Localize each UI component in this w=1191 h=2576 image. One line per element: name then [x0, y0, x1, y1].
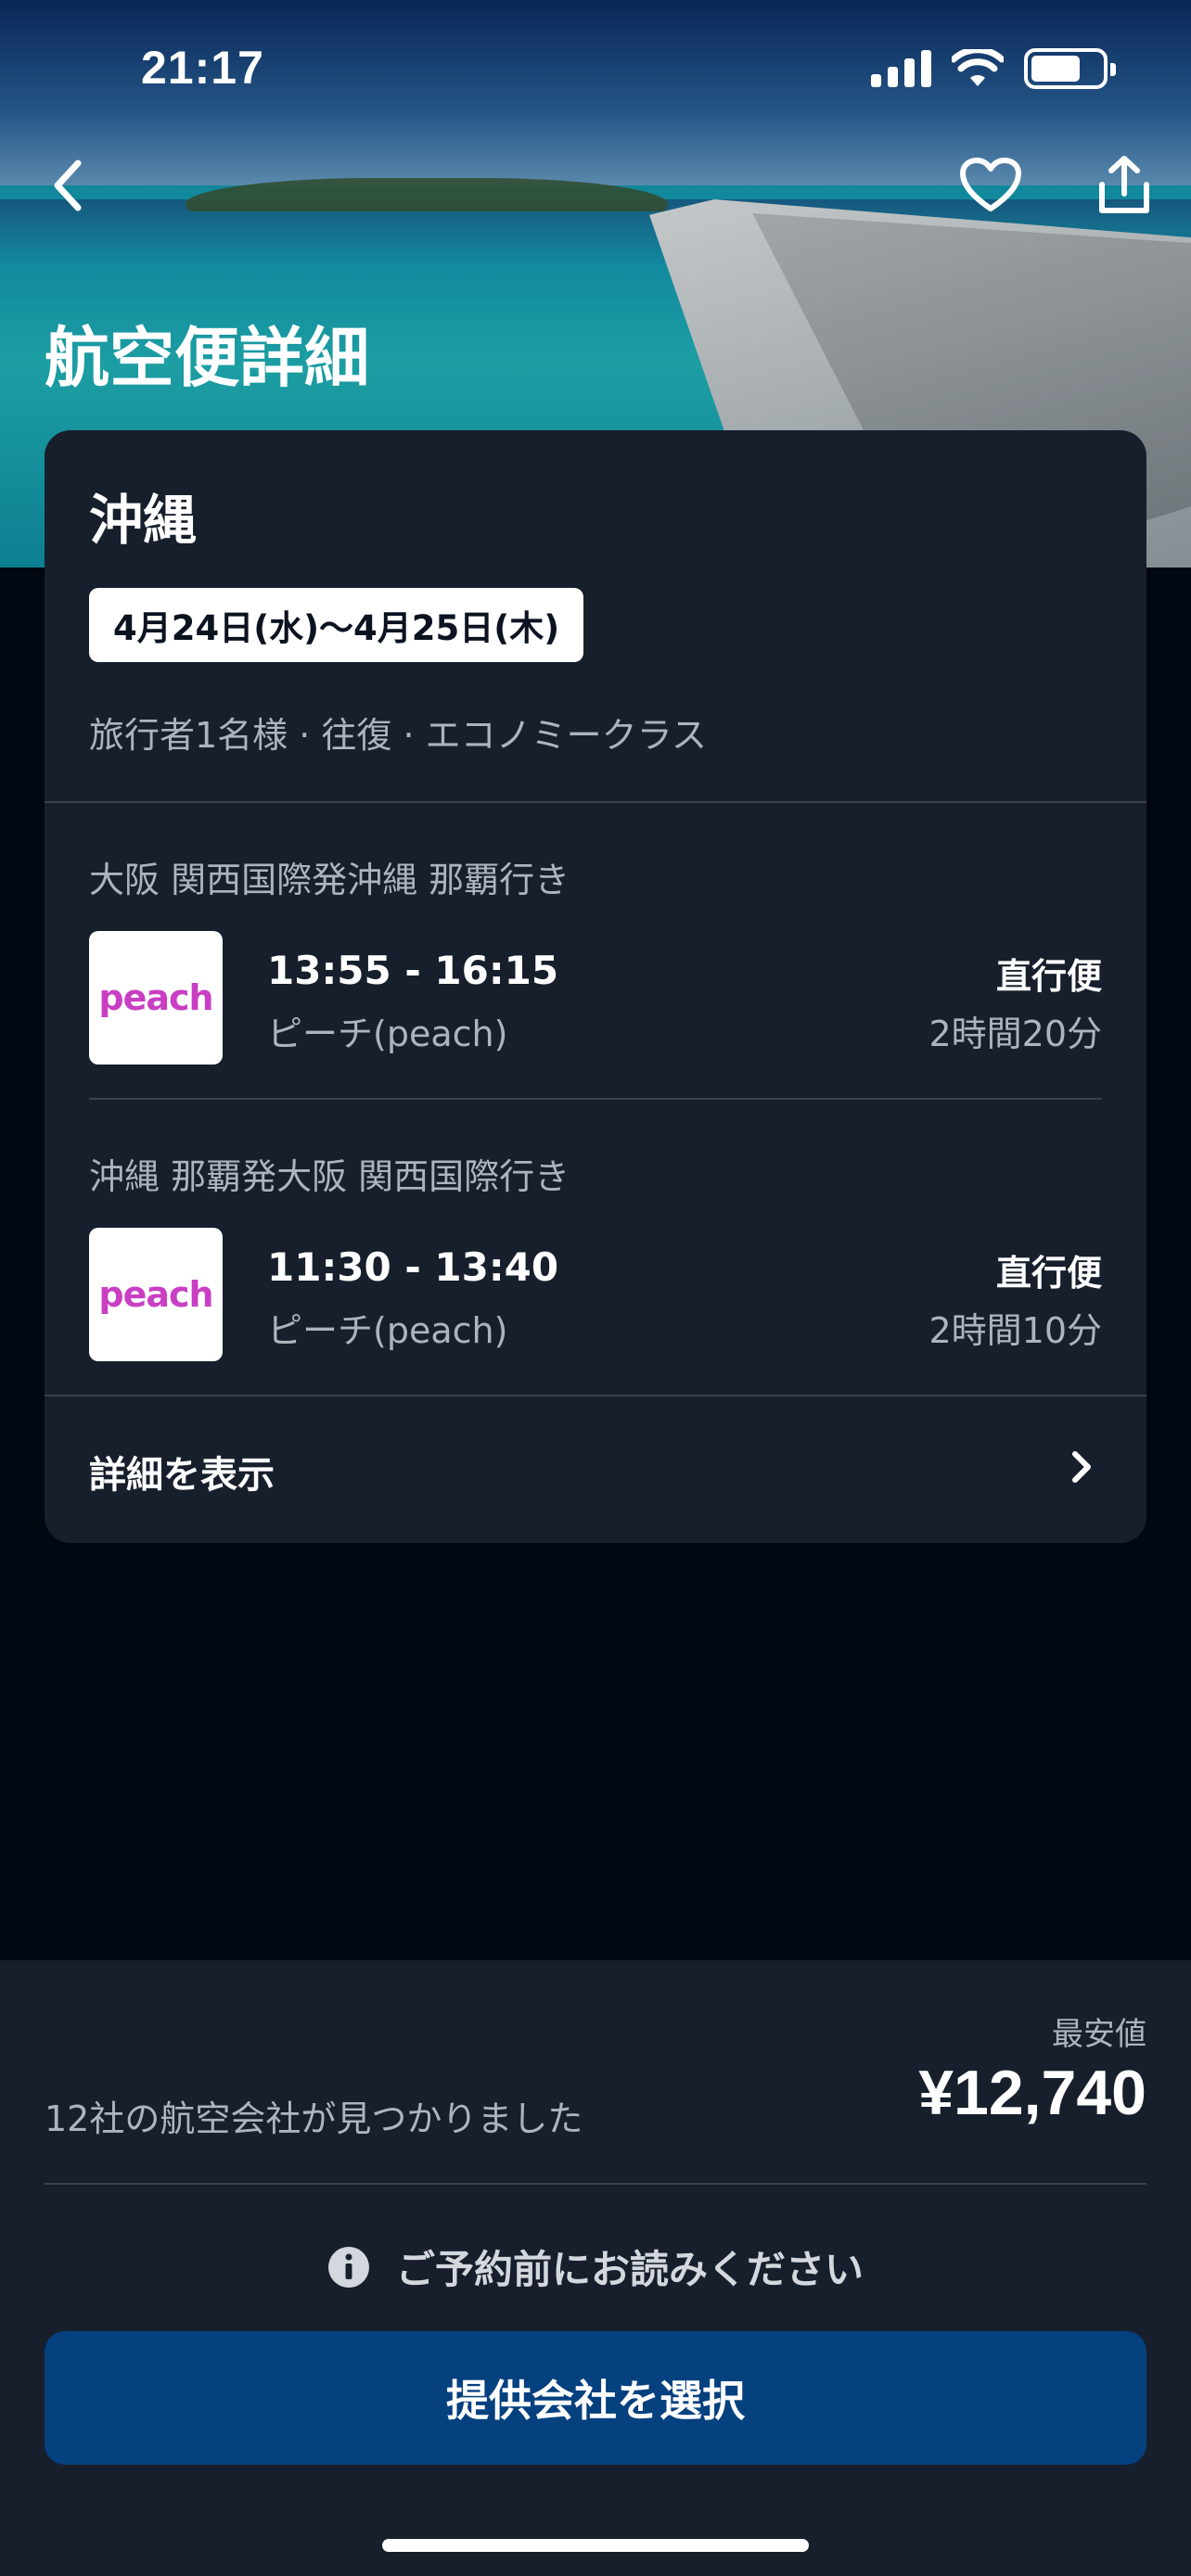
wifi-icon: [952, 49, 1004, 86]
show-details-row[interactable]: 詳細を表示: [45, 1396, 1146, 1543]
show-details-label: 詳細を表示: [89, 1454, 275, 1497]
status-time: 21:17: [141, 42, 264, 94]
notice-text: ご予約前にお読みください: [395, 2247, 864, 2292]
airline-logo: peach: [89, 1228, 223, 1361]
return-airline: ピーチ(peach): [267, 1310, 508, 1351]
favorite-button[interactable]: [954, 148, 1028, 223]
trip-meta: 旅行者1名様 · 往復 · エコノミークラス: [89, 715, 707, 756]
divider: [89, 1098, 1102, 1100]
return-route-label: 沖縄 那覇発大阪 関西国際行き: [89, 1156, 570, 1197]
pre-booking-notice[interactable]: ご予約前にお読みください: [0, 2238, 1191, 2295]
airlines-found-text: 12社の航空会社が見つかりました: [45, 2098, 583, 2139]
lowest-price-label: 最安値: [1052, 2016, 1146, 2053]
divider: [45, 801, 1146, 803]
outbound-airline: ピーチ(peach): [267, 1014, 508, 1054]
outbound-stops: 直行便: [995, 956, 1102, 997]
battery-icon: [1024, 48, 1116, 89]
info-icon: [327, 2246, 369, 2288]
home-indicator[interactable]: [382, 2539, 809, 2552]
select-provider-button[interactable]: 提供会社を選択: [45, 2331, 1146, 2465]
battery-fill: [1031, 56, 1080, 82]
destination-title: 沖縄: [89, 489, 198, 552]
outbound-times: 13:55 - 16:15: [267, 948, 559, 993]
share-icon: [1099, 156, 1149, 213]
status-icons: [871, 46, 1116, 91]
outbound-duration: 2時間20分: [928, 1014, 1102, 1054]
airline-logo-text: peach: [98, 1274, 213, 1315]
return-times: 11:30 - 13:40: [267, 1244, 559, 1290]
back-button[interactable]: [32, 148, 106, 223]
bottom-panel: 12社の航空会社が見つかりました 最安値 ¥12,740 ご予約前にお読みくださ…: [0, 1960, 1191, 2576]
airline-logo-text: peach: [98, 977, 213, 1018]
signal-icon: [871, 50, 931, 87]
date-range-chip: 4月24日(水)〜4月25日(木): [89, 588, 584, 662]
outbound-route-label: 大阪 関西国際発沖縄 那覇行き: [89, 860, 570, 900]
return-stops: 直行便: [995, 1253, 1102, 1294]
divider: [45, 2183, 1146, 2185]
heart-icon: [960, 158, 1021, 211]
lowest-price: ¥12,740: [918, 2058, 1146, 2128]
chevron-left-icon: [54, 159, 82, 211]
airline-logo: peach: [89, 931, 223, 1065]
return-duration: 2時間10分: [928, 1310, 1102, 1351]
chevron-right-icon: [1072, 1451, 1091, 1483]
flight-card: 沖縄 4月24日(水)〜4月25日(木) 旅行者1名様 · 往復 · エコノミー…: [45, 430, 1146, 1543]
share-button[interactable]: [1087, 148, 1161, 223]
page-title: 航空便詳細: [45, 320, 369, 396]
